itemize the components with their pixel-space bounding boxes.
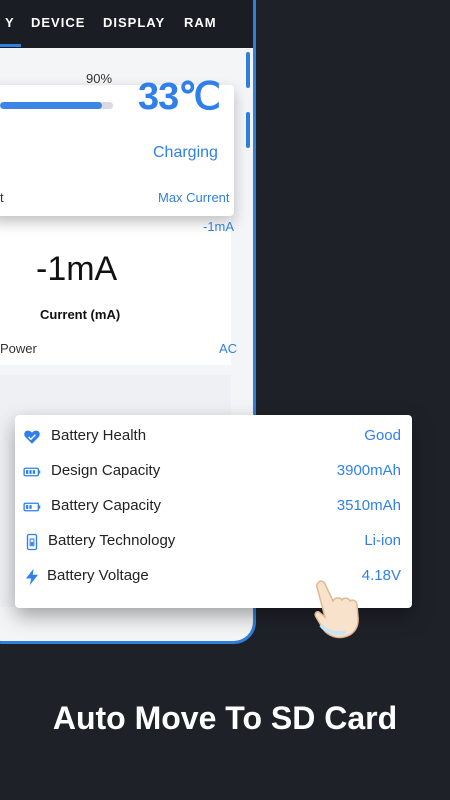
row-label: Design Capacity xyxy=(51,462,161,479)
tab-bar: Y DEVICE DISPLAY RAM xyxy=(0,0,253,48)
battery-full-icon xyxy=(23,467,41,477)
active-tab-indicator xyxy=(0,44,21,47)
power-value: AC xyxy=(219,341,238,356)
current-value: -1mA xyxy=(36,250,118,288)
row-value: 3510mAh xyxy=(336,497,401,514)
phone-side-button xyxy=(246,52,250,88)
row-value: 4.18V xyxy=(361,567,401,584)
max-current-label: Max Current xyxy=(158,190,230,205)
tab-display[interactable]: DISPLAY xyxy=(103,15,165,30)
max-current-value: -1mA xyxy=(203,219,235,234)
heart-icon xyxy=(24,430,40,444)
battery-level-bar xyxy=(0,102,113,109)
row-label: Battery Capacity xyxy=(51,497,162,514)
tab-device[interactable]: DEVICE xyxy=(31,15,85,30)
temperature-value: 33℃ xyxy=(138,76,221,118)
design-capacity-row[interactable]: Design Capacity 3900mAh xyxy=(15,455,412,490)
row-value: Li-ion xyxy=(364,532,401,549)
row-label: Battery Voltage xyxy=(47,567,149,584)
power-label: Power xyxy=(0,341,37,356)
phone-battery-icon xyxy=(26,533,38,551)
battery-health-row[interactable]: Battery Health Good xyxy=(15,420,412,455)
battery-half-icon xyxy=(23,502,41,512)
row-label: Battery Technology xyxy=(48,532,176,549)
row-value: Good xyxy=(364,427,401,444)
tab-battery[interactable]: Y xyxy=(5,15,15,30)
row-value: 3900mAh xyxy=(336,462,401,479)
row-label: Battery Health xyxy=(51,427,147,444)
charging-status: Charging xyxy=(153,144,218,161)
battery-technology-row[interactable]: Battery Technology Li-ion xyxy=(15,525,412,560)
phone-side-button xyxy=(246,112,250,148)
battery-capacity-row[interactable]: Battery Capacity 3510mAh xyxy=(15,490,412,525)
battery-level-fill xyxy=(0,102,102,109)
battery-level-text: 90% xyxy=(86,71,113,86)
current-label: Current (mA) xyxy=(40,307,121,322)
lightning-icon xyxy=(26,568,38,586)
promo-caption: Auto Move To SD Card xyxy=(52,700,398,736)
current-left-label: t xyxy=(0,190,4,205)
pointing-hand-icon xyxy=(314,580,359,639)
tab-ram[interactable]: RAM xyxy=(184,15,217,30)
